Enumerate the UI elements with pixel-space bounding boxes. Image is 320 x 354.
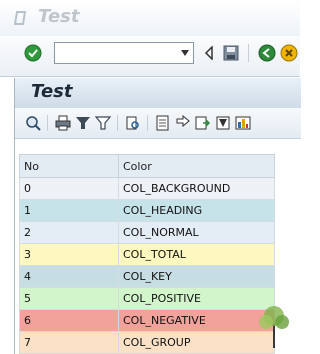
exit-icon[interactable]	[280, 44, 298, 62]
column-header-color[interactable]: Color	[118, 154, 275, 178]
filter-icon[interactable]	[95, 115, 111, 131]
window-title: Test	[38, 6, 80, 27]
layout-icon[interactable]	[195, 115, 211, 131]
cell-color: COL_KEY	[118, 265, 275, 288]
tree-watermark-icon	[259, 306, 289, 348]
column-header-no[interactable]: No	[19, 154, 119, 178]
cell-no: 5	[19, 287, 119, 310]
cell-no: 0	[19, 177, 119, 200]
cell-color: COL_TOTAL	[118, 243, 275, 266]
alv-toolbar	[15, 108, 301, 139]
cell-no: 2	[19, 221, 119, 244]
screen-title: Test	[31, 81, 73, 102]
back-icon[interactable]	[258, 44, 276, 62]
title-bar: Test	[0, 0, 300, 37]
details-icon[interactable]	[25, 115, 41, 131]
app-icon	[14, 11, 27, 25]
command-field[interactable]	[54, 42, 194, 65]
cell-color: COL_HEADING	[118, 199, 275, 222]
cell-no: 3	[19, 243, 119, 266]
print-icon[interactable]	[55, 115, 71, 131]
find-icon[interactable]	[125, 115, 141, 131]
alv-separator	[117, 115, 118, 131]
local-file-icon[interactable]	[215, 115, 231, 131]
color-table: No Color 0 COL_BACKGROUND 1 COL_HEADING 2C…	[19, 154, 275, 354]
command-input[interactable]	[58, 44, 180, 65]
toolbar-separator	[248, 44, 249, 62]
filter-set-icon[interactable]	[75, 115, 91, 131]
cell-no: 6	[19, 309, 119, 332]
table-row[interactable]: 5 COL_POSITIVE	[19, 287, 275, 310]
chevron-down-icon[interactable]	[181, 50, 189, 56]
alv-separator	[147, 115, 148, 131]
excel-icon[interactable]	[235, 115, 251, 131]
table-row[interactable]: 7 COL_GROUP	[19, 331, 275, 354]
table-row[interactable]: 1 COL_HEADING	[19, 199, 275, 222]
cell-no: 7	[19, 331, 119, 354]
table-row[interactable]: 0 COL_BACKGROUND	[19, 177, 275, 200]
table-row[interactable]: 3 COL_TOTAL	[19, 243, 275, 266]
sort-icon[interactable]	[175, 115, 191, 131]
cell-no: 1	[19, 199, 119, 222]
table-header-row: No Color	[19, 154, 275, 178]
back-triangle-icon[interactable]	[204, 46, 214, 60]
export-icon[interactable]	[155, 115, 171, 131]
cell-color: COL_NORMAL	[118, 221, 275, 244]
screen-title-bar: Test	[15, 78, 301, 108]
standard-toolbar	[0, 36, 300, 77]
cell-color: COL_BACKGROUND	[118, 177, 275, 200]
enter-icon[interactable]	[24, 44, 42, 62]
table-row[interactable]: 6 COL_NEGATIVE	[19, 309, 275, 332]
alv-separator	[47, 115, 48, 131]
save-icon[interactable]	[222, 44, 240, 62]
table-row[interactable]: 2 COL_NORMAL	[19, 221, 275, 244]
cell-no: 4	[19, 265, 119, 288]
table-row[interactable]: 4 COL_KEY	[19, 265, 275, 288]
